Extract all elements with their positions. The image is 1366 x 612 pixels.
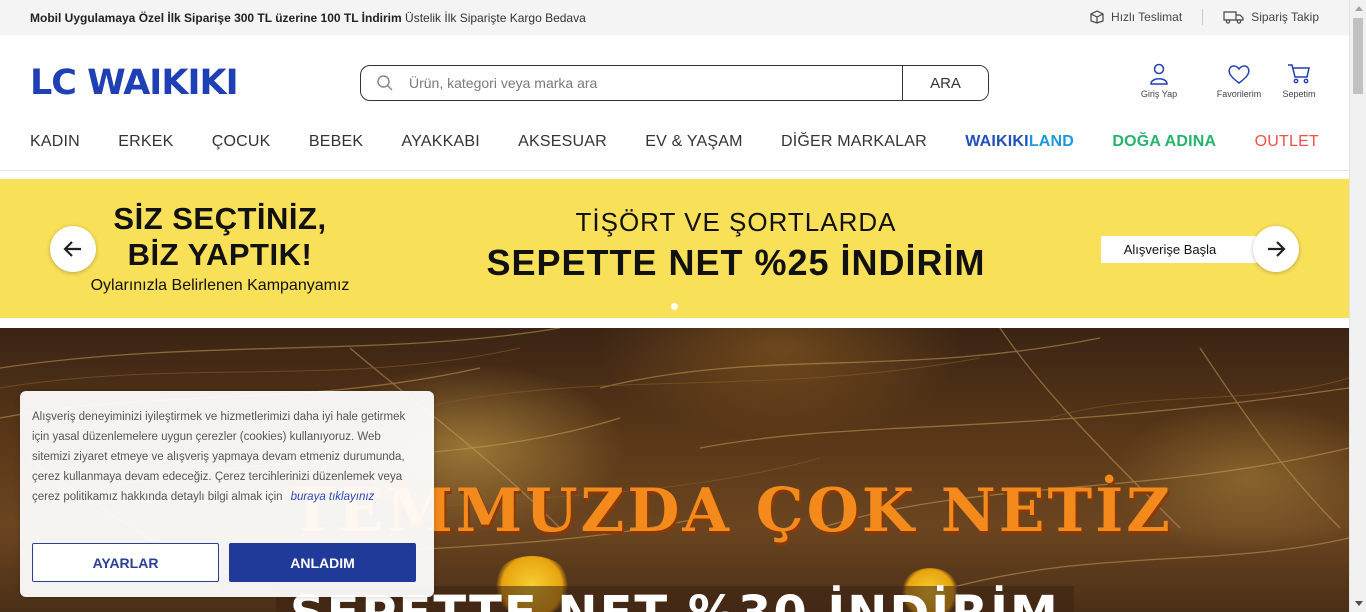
box-icon bbox=[1090, 10, 1104, 24]
cookie-settings-button[interactable]: AYARLAR bbox=[32, 543, 219, 582]
promo-text: Mobil Uygulamaya Özel İlk Siparişe 300 T… bbox=[30, 11, 586, 25]
top-promo-bar: Mobil Uygulamaya Özel İlk Siparişe 300 T… bbox=[0, 0, 1349, 35]
login-button[interactable]: Giriş Yap bbox=[1119, 63, 1199, 99]
banner-left-block: SİZ SEÇTİNİZ, BİZ YAPTIK! Oylarınızla Be… bbox=[64, 201, 376, 295]
nav-item-erkek[interactable]: ERKEK bbox=[118, 133, 173, 151]
user-icon bbox=[1150, 63, 1168, 85]
cart-button[interactable]: Sepetim bbox=[1279, 63, 1319, 99]
carousel-next-button[interactable] bbox=[1253, 226, 1299, 272]
promo-rest-text: Üstelik İlk Siparişte Kargo Bedava bbox=[405, 11, 586, 25]
waikikiland-part1: WAIKIKI bbox=[965, 133, 1029, 150]
fast-delivery-link[interactable]: Hızlı Teslimat bbox=[1069, 10, 1202, 24]
waikikiland-part2: LAND bbox=[1028, 133, 1075, 150]
scroll-up-arrow-icon[interactable] bbox=[1350, 0, 1366, 17]
cookie-policy-link[interactable]: buraya tıklayınız bbox=[291, 491, 375, 503]
fast-delivery-label: Hızlı Teslimat bbox=[1111, 10, 1183, 24]
login-label: Giriş Yap bbox=[1140, 89, 1178, 99]
banner-subline: Oylarınızla Belirlenen Kampanyamız bbox=[90, 277, 350, 294]
search-input[interactable] bbox=[409, 66, 902, 100]
carousel-prev-button[interactable] bbox=[50, 226, 96, 272]
search-bar: ARA bbox=[360, 65, 989, 101]
lc-waikiki-logo[interactable]: LC WAIKIKI bbox=[30, 63, 239, 103]
start-shopping-button[interactable]: Alışverişe Başla bbox=[1101, 236, 1269, 263]
cookie-consent-dialog: Alışveriş deneyiminizi iyileştirmek ve h… bbox=[20, 391, 434, 597]
cart-icon bbox=[1288, 64, 1310, 84]
order-tracking-label: Sipariş Takip bbox=[1251, 10, 1319, 24]
scroll-down-arrow-icon[interactable] bbox=[1350, 595, 1366, 612]
nav-item-diger-markalar[interactable]: DİĞER MARKALAR bbox=[781, 133, 927, 151]
scrollbar-thumb[interactable] bbox=[1353, 18, 1363, 94]
page-scrollbar[interactable] bbox=[1349, 0, 1366, 612]
nav-item-doga-adina[interactable]: DOĞA ADINA bbox=[1112, 133, 1216, 151]
arrow-left-icon bbox=[63, 241, 81, 257]
search-button[interactable]: ARA bbox=[902, 66, 988, 100]
order-tracking-link[interactable]: Sipariş Takip bbox=[1203, 10, 1319, 24]
site-header: LC WAIKIKI ARA Giriş Yap Favorilerim Sep… bbox=[0, 35, 1349, 171]
cookie-accept-button[interactable]: ANLADIM bbox=[229, 543, 416, 582]
cookie-text-block: Alışveriş deneyiminizi iyileştirmek ve h… bbox=[32, 407, 422, 507]
nav-item-bebek[interactable]: BEBEK bbox=[309, 133, 363, 151]
banner-mid-line-2: SEPETTE NET %25 İNDİRİM bbox=[486, 242, 986, 283]
heart-icon bbox=[1228, 65, 1250, 84]
nav-item-ev-yasam[interactable]: EV & YAŞAM bbox=[645, 133, 742, 151]
nav-item-outlet[interactable]: OUTLET bbox=[1255, 133, 1319, 151]
carousel-dot[interactable] bbox=[671, 303, 678, 310]
cart-label: Sepetim bbox=[1282, 89, 1316, 99]
search-icon bbox=[361, 66, 409, 100]
favorites-label: Favorilerim bbox=[1216, 89, 1262, 99]
banner-headline-1: SİZ SEÇTİNİZ, bbox=[113, 201, 327, 236]
nav-item-cocuk[interactable]: ÇOCUK bbox=[212, 133, 271, 151]
favorites-button[interactable]: Favorilerim bbox=[1199, 63, 1279, 99]
nav-item-kadin[interactable]: KADIN bbox=[30, 133, 80, 151]
main-nav: KADIN ERKEK ÇOCUK BEBEK AYAKKABI AKSESUA… bbox=[30, 133, 1319, 151]
campaign-banner[interactable]: SİZ SEÇTİNİZ, BİZ YAPTIK! Oylarınızla Be… bbox=[0, 179, 1349, 318]
banner-headline-2: BİZ YAPTIK! bbox=[127, 237, 313, 272]
nav-item-aksesuar[interactable]: AKSESUAR bbox=[518, 133, 607, 151]
banner-mid-line-1: TİŞÖRT VE ŞORTLARDA bbox=[575, 207, 897, 237]
nav-item-waikikiland[interactable]: WAIKIKILAND bbox=[965, 133, 1074, 151]
nav-item-ayakkabi[interactable]: AYAKKABI bbox=[401, 133, 479, 151]
arrow-right-icon bbox=[1268, 241, 1286, 257]
truck-icon bbox=[1223, 11, 1244, 24]
banner-mid-block: TİŞÖRT VE ŞORTLARDA SEPETTE NET %25 İNDİ… bbox=[440, 207, 1032, 284]
promo-bold-text: Mobil Uygulamaya Özel İlk Siparişe 300 T… bbox=[30, 11, 402, 25]
cookie-text: Alışveriş deneyiminizi iyileştirmek ve h… bbox=[32, 411, 406, 503]
